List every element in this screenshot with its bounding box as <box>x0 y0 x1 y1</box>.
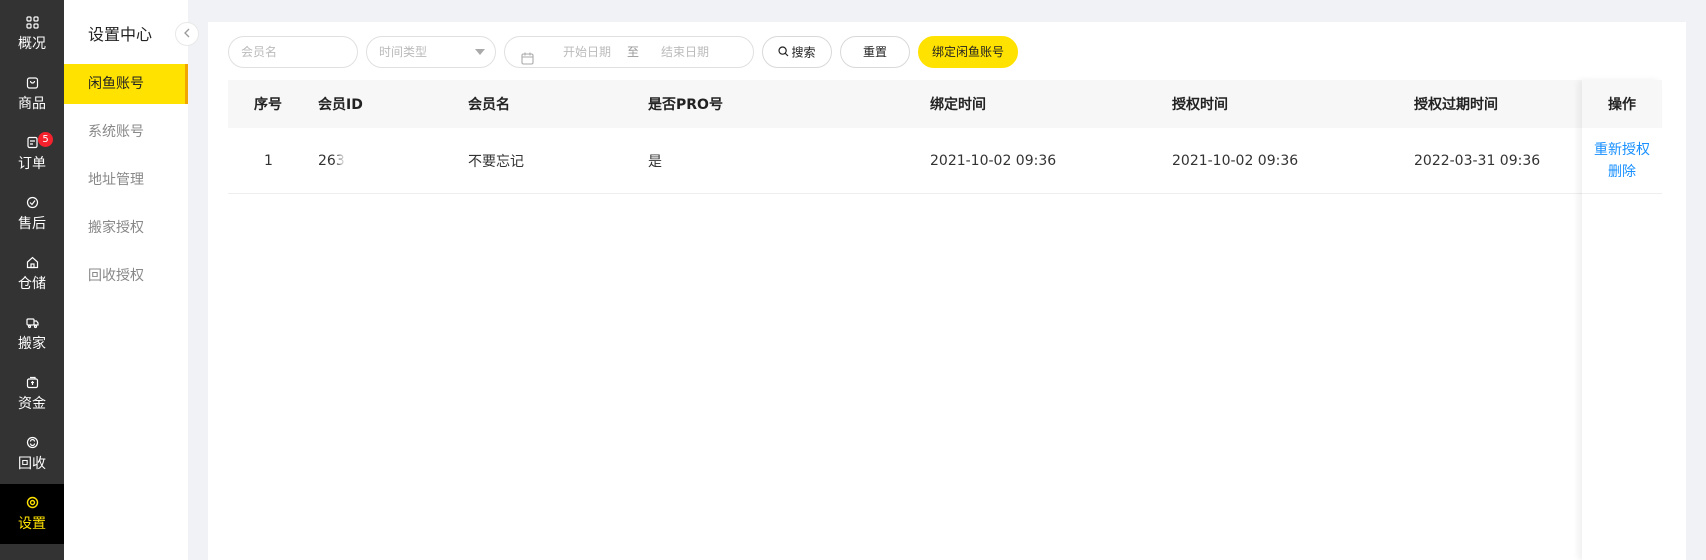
order-icon <box>26 136 39 149</box>
reauthorize-link[interactable]: 重新授权 <box>1594 139 1650 161</box>
table-header: 序号 会员ID 会员名 是否PRO号 绑定时间 授权时间 授权过期时间 <box>228 80 1662 128</box>
calendar-icon <box>521 46 534 76</box>
row-auth-time: 2021-10-02 09:36 <box>1172 152 1299 169</box>
time-type-select[interactable]: 时间类型 <box>366 36 496 68</box>
column-header-member-name: 会员名 <box>468 97 510 113</box>
nav-label: 概况 <box>18 35 46 52</box>
column-header-auth-time: 授权时间 <box>1172 97 1228 113</box>
row-member-name: 不要忘记 <box>468 153 524 170</box>
settings-icon <box>26 496 39 509</box>
row-bind-time: 2021-10-02 09:36 <box>930 152 1057 169</box>
nav-label: 订单 <box>18 155 46 172</box>
order-count-badge: 5 <box>38 132 53 147</box>
column-header-bind-time: 绑定时间 <box>930 97 986 113</box>
nav-label: 资金 <box>18 395 46 412</box>
search-icon <box>778 38 789 68</box>
grid-icon <box>25 15 39 29</box>
chevron-left-icon <box>183 27 191 42</box>
nav-item-overview[interactable]: 概况 <box>0 4 64 64</box>
start-date-input[interactable]: 开始日期 <box>563 37 611 67</box>
nav-item-products[interactable]: 商品 <box>0 64 64 124</box>
nav-label: 仓储 <box>18 275 46 292</box>
main-panel: 会员名 时间类型 开始日期 至 结束日期 搜索 重置 绑定闲鱼账号 序号 会员I… <box>208 22 1686 560</box>
nav-item-funds[interactable]: 资金 <box>0 364 64 424</box>
nav-item-after-sales[interactable]: 售后 <box>0 184 64 244</box>
redaction-blur <box>340 134 430 186</box>
reset-button[interactable]: 重置 <box>840 36 910 68</box>
delete-link[interactable]: 删除 <box>1608 161 1636 183</box>
column-header-actions: 操作 <box>1582 80 1662 128</box>
range-separator: 至 <box>627 45 640 59</box>
warehouse-icon <box>26 256 39 269</box>
filter-toolbar: 会员名 时间类型 开始日期 至 结束日期 搜索 重置 绑定闲鱼账号 <box>228 36 1328 68</box>
settings-subnav: 设置中心 闲鱼账号 系统账号 地址管理 搬家授权 回收授权 <box>64 0 188 560</box>
date-range-picker[interactable]: 开始日期 至 结束日期 <box>504 36 754 68</box>
subnav-item-recycle-auth[interactable]: 回收授权 <box>64 256 188 296</box>
nav-item-moving[interactable]: 搬家 <box>0 304 64 364</box>
row-index: 1 <box>264 152 273 169</box>
nav-label: 搬家 <box>18 335 46 352</box>
recycle-icon <box>26 436 39 449</box>
chevron-down-icon <box>475 49 485 55</box>
bag-icon <box>26 76 39 89</box>
subnav-item-system-account[interactable]: 系统账号 <box>64 112 188 152</box>
subnav-item-moving-auth[interactable]: 搬家授权 <box>64 208 188 248</box>
row-is-pro: 是 <box>648 153 662 170</box>
table-row: 1 263 不要忘记 是 2021-10-02 09:36 2021-10-02… <box>228 128 1662 194</box>
subnav-item-xianyu-account[interactable]: 闲鱼账号 <box>64 64 188 104</box>
subnav-title: 设置中心 <box>88 25 153 44</box>
end-date-input[interactable]: 结束日期 <box>661 37 709 67</box>
row-expire-time: 2022-03-31 09:36 <box>1414 152 1541 169</box>
actions-column: 操作 重新授权 删除 <box>1582 80 1662 560</box>
search-label: 搜索 <box>791 45 816 60</box>
subnav-item-address[interactable]: 地址管理 <box>64 160 188 200</box>
nav-label: 设置 <box>18 515 46 532</box>
member-name-input[interactable]: 会员名 <box>228 36 358 68</box>
nav-label: 商品 <box>18 95 46 112</box>
time-type-placeholder: 时间类型 <box>379 45 428 59</box>
column-header-index: 序号 <box>254 97 282 113</box>
nav-item-orders[interactable]: 订单 5 <box>0 124 64 184</box>
column-header-member-id: 会员ID <box>318 97 363 113</box>
truck-icon <box>25 316 39 329</box>
row-actions: 重新授权 删除 <box>1582 128 1662 194</box>
main-nav: 概况 商品 订单 5 售后 仓储 搬家 资金 回收 设置 <box>0 0 64 560</box>
nav-item-settings[interactable]: 设置 <box>0 484 64 544</box>
service-icon <box>26 196 39 209</box>
search-button[interactable]: 搜索 <box>762 36 832 68</box>
nav-item-warehouse[interactable]: 仓储 <box>0 244 64 304</box>
collapse-sidebar-button[interactable] <box>175 22 199 46</box>
nav-label: 售后 <box>18 215 46 232</box>
column-header-is-pro: 是否PRO号 <box>648 97 723 113</box>
wallet-icon <box>26 376 39 389</box>
accounts-table: 序号 会员ID 会员名 是否PRO号 绑定时间 授权时间 授权过期时间 1 26… <box>228 80 1662 560</box>
bind-xianyu-account-button[interactable]: 绑定闲鱼账号 <box>918 36 1018 68</box>
redaction-blur <box>528 134 608 186</box>
nav-label: 回收 <box>18 455 46 472</box>
column-header-expire-time: 授权过期时间 <box>1414 97 1498 113</box>
nav-item-recycle[interactable]: 回收 <box>0 424 64 484</box>
